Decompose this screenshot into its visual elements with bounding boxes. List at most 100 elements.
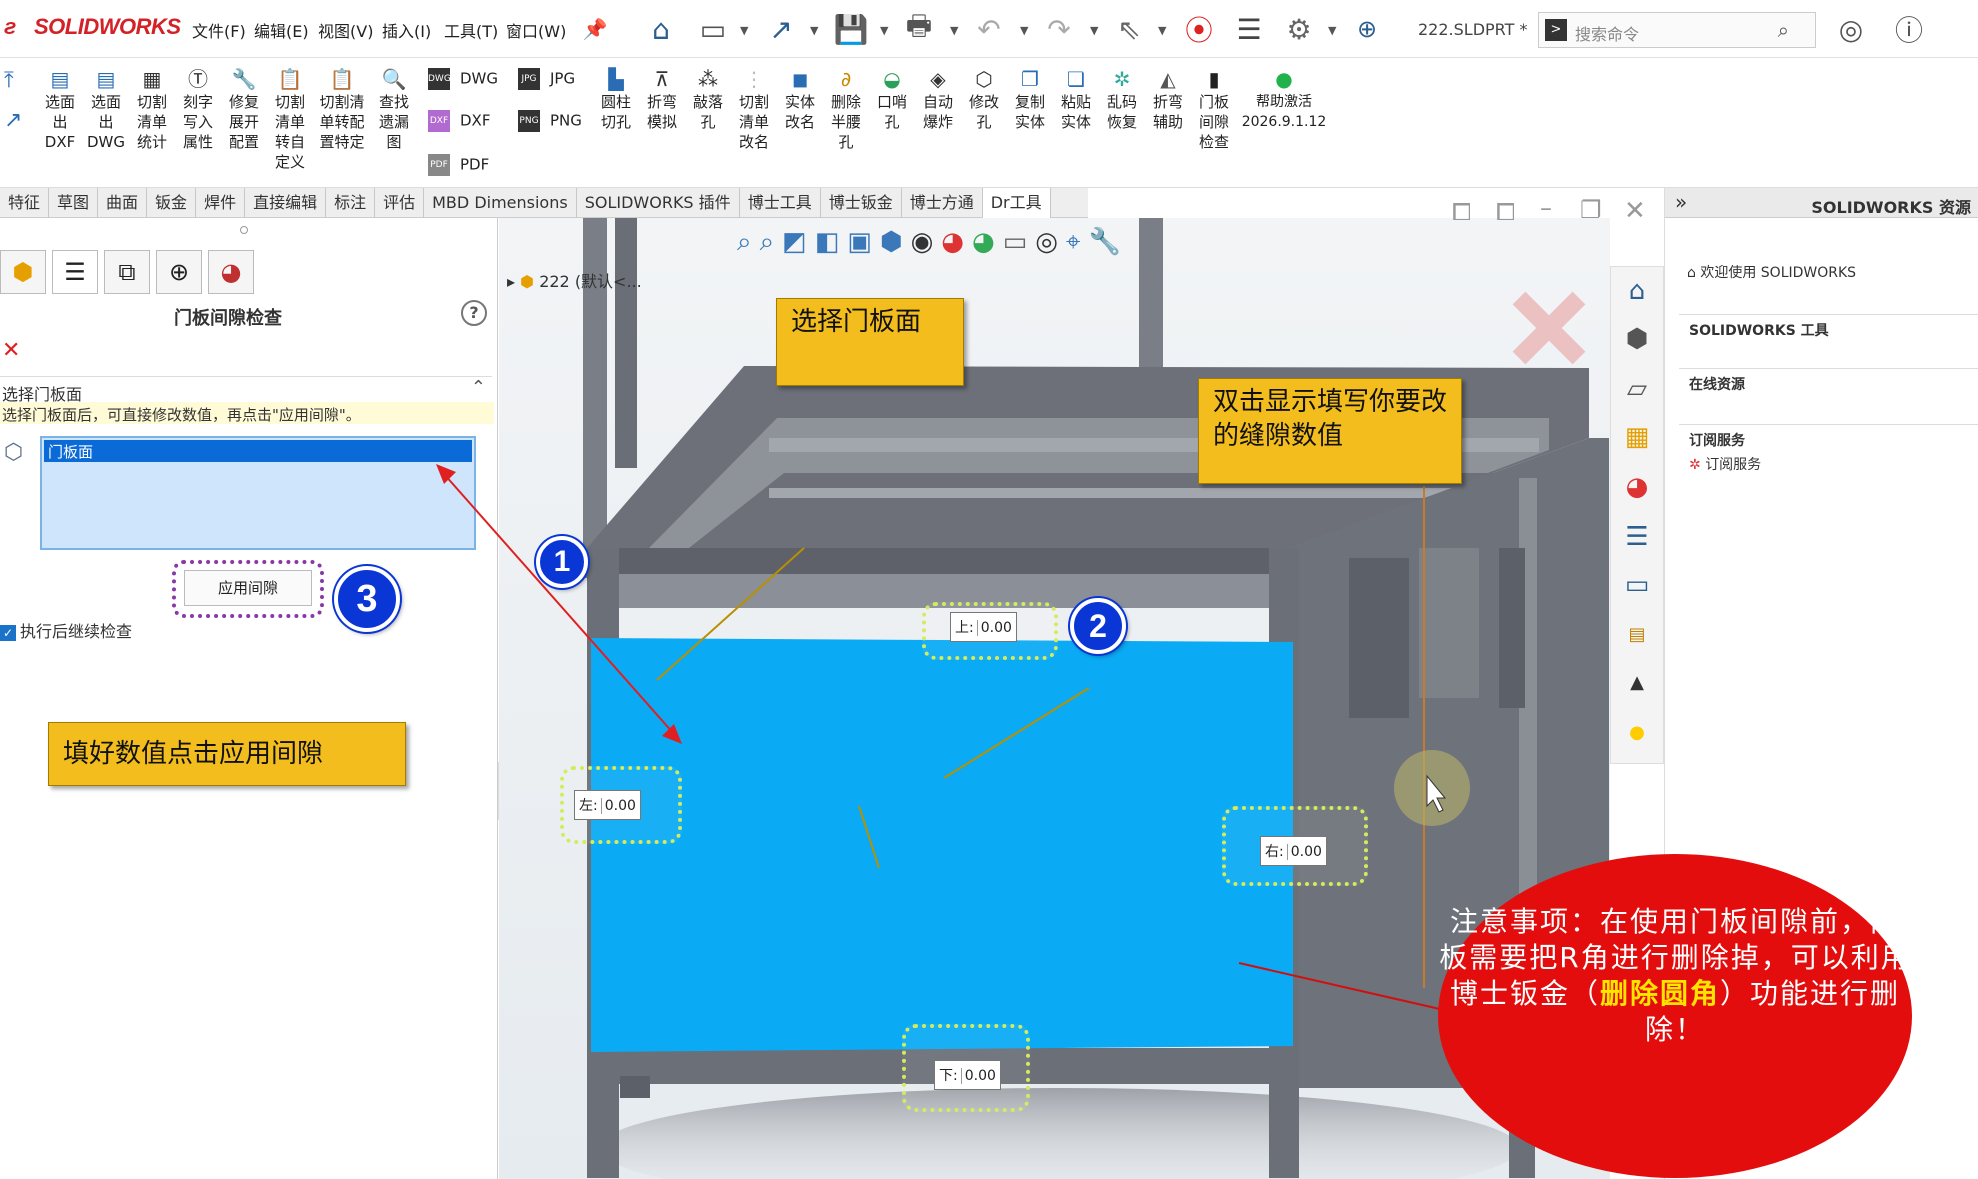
cmd-door-gap-check[interactable]: ▮ 门板 间隙 检查	[1192, 66, 1236, 152]
search-commands[interactable]: > 搜索命令 ⌕	[1538, 12, 1816, 48]
cmd-copy-solid[interactable]: ❐ 复制 实体	[1008, 66, 1052, 132]
tip-icon[interactable]: ●	[1617, 713, 1657, 753]
rebuild-icon[interactable]: ⊕	[1346, 8, 1388, 50]
view-palette-icon[interactable]: ▦	[1617, 417, 1657, 457]
new-document-icon[interactable]: ▭	[692, 8, 734, 50]
cmd-cutlist-custom[interactable]: 📋 切割 清单 转自 定义	[268, 66, 312, 172]
export-jpg-button[interactable]: JPG JPG	[518, 68, 575, 90]
scene-icon[interactable]: ◕	[972, 222, 995, 264]
appearances-icon[interactable]: ◕	[1617, 467, 1657, 507]
file-explorer-icon[interactable]: ▱	[1617, 369, 1657, 409]
cmd-repair-flat-config[interactable]: 🔧 修复 展开 配置	[222, 66, 266, 152]
gap-top-input[interactable]: 上: 0.00	[950, 612, 1017, 642]
face-selection-box[interactable]: 门板面	[40, 436, 476, 550]
help-icon[interactable]: ?	[461, 300, 487, 326]
gap-left-value[interactable]: 0.00	[605, 798, 636, 814]
wrench-view-icon[interactable]: 🔧	[1089, 222, 1121, 264]
close-window-icon[interactable]: ✕	[1624, 196, 1646, 226]
cmd-bend-aid[interactable]: ◭ 折弯 辅助	[1146, 66, 1190, 132]
open-dropdown-icon[interactable]: ▼	[810, 24, 818, 37]
save-icon[interactable]: 💾	[830, 8, 872, 50]
gap-left-input[interactable]: 左: 0.00	[574, 790, 641, 820]
previous-view-icon[interactable]: ◩	[782, 222, 807, 264]
expand-icon[interactable]: ▸	[507, 272, 515, 291]
tab-evaluate[interactable]: 评估	[375, 188, 425, 218]
home-icon[interactable]: ⌂	[640, 8, 682, 50]
tab-weldments[interactable]: 焊件	[196, 188, 246, 218]
zoom-area-icon[interactable]: ⌕	[760, 222, 775, 264]
section-view-icon[interactable]: ◧	[815, 222, 840, 264]
cmd-garbled-restore[interactable]: ✲ 乱码 恢复	[1100, 66, 1144, 132]
save-dropdown-icon[interactable]: ▼	[880, 24, 888, 37]
cmd-modify-hole[interactable]: ⬡ 修改 孔	[962, 66, 1006, 132]
tile2-icon[interactable]: ⧠	[1496, 198, 1515, 226]
collapse-chevron-icon[interactable]: »	[1675, 190, 1687, 214]
open-icon[interactable]: ↗	[760, 8, 802, 50]
search-icon[interactable]: ⌕	[1778, 18, 1789, 42]
cmd-delete-half-hole[interactable]: ∂ 删除 半腰 孔	[824, 66, 868, 152]
close-icon[interactable]: ✕	[2, 338, 20, 363]
tab-dr-tools[interactable]: 博士工具	[740, 188, 821, 218]
online-section[interactable]: 在线资源	[1689, 374, 1745, 394]
custom-properties-icon[interactable]: ☰	[1617, 517, 1657, 557]
door-panel-face[interactable]	[591, 638, 1293, 1052]
view-orientation-icon[interactable]: ▣	[847, 222, 872, 264]
appearance-icon[interactable]: ◕	[941, 222, 964, 264]
subscription-section[interactable]: 订阅服务	[1689, 430, 1745, 450]
tab-dr-toolkit[interactable]: Dr工具	[982, 188, 1051, 218]
flyout-tree[interactable]: ▸ ⬢ 222 (默认<...	[507, 268, 642, 292]
subscription-link[interactable]: ✲ 订阅服务	[1689, 454, 1761, 474]
cmd-engrave-props[interactable]: Ⓣ 刻字 写入 属性	[176, 66, 220, 152]
cmd-cylinder-cut[interactable]: ▙ 圆柱 切孔	[594, 66, 638, 132]
display-style-icon[interactable]: ⬢	[880, 222, 903, 264]
cmd-find-missing[interactable]: 🔍 查找 遗漏 图	[372, 66, 416, 152]
menu-edit[interactable]: 编辑(E)	[254, 18, 309, 42]
cmd-face-to-dwg[interactable]: ▤ 选面 出 DWG	[84, 66, 128, 152]
menu-file[interactable]: 文件(F)	[192, 18, 246, 42]
cmd-knockout[interactable]: ⁂ 敲落 孔	[686, 66, 730, 132]
learn-icon[interactable]: ▲	[1617, 663, 1657, 703]
visibility-eye-icon[interactable]: ◎	[1035, 222, 1058, 264]
cmd-cutlist-rename[interactable]: ⋮ 切割 清单 改名	[732, 66, 776, 152]
hat-icon[interactable]: ⌖	[1066, 222, 1081, 264]
tab-mbd-dimensions[interactable]: MBD Dimensions	[424, 188, 577, 218]
tab-features[interactable]: 特征	[0, 188, 50, 218]
hide-show-icon[interactable]: ◉	[911, 222, 934, 264]
gap-right-value[interactable]: 0.00	[1291, 844, 1322, 860]
file-properties-icon[interactable]: ☰	[1228, 8, 1270, 50]
export-dwg-button[interactable]: DWG DWG	[428, 68, 498, 90]
traffic-light-icon[interactable]: ⦿	[1178, 8, 1220, 50]
cmd-cutlist-stats[interactable]: ▦ 切割 清单 统计	[130, 66, 174, 152]
dim-expert-icon[interactable]: ⊕	[156, 250, 202, 294]
cmd-bend-simulate[interactable]: ⊼ 折弯 模拟	[640, 66, 684, 132]
gap-right-input[interactable]: 右: 0.00	[1260, 836, 1327, 866]
menu-insert[interactable]: 插入(I)	[382, 18, 431, 42]
tab-surfaces[interactable]: 曲面	[98, 188, 148, 218]
export-png-button[interactable]: PNG PNG	[518, 110, 582, 132]
solidworks-logo[interactable]: ƨ SOLIDWORKS	[4, 14, 181, 40]
cmd-auto-explode[interactable]: ◈ 自动 爆炸	[916, 66, 960, 132]
tab-direct-edit[interactable]: 直接编辑	[245, 188, 327, 218]
select-dropdown-icon[interactable]: ▼	[1158, 24, 1166, 37]
tab-addins[interactable]: SOLIDWORKS 插件	[577, 188, 740, 218]
chevron-up-icon[interactable]: ⌃	[471, 377, 486, 398]
note-icon[interactable]: ▤	[1617, 615, 1657, 655]
apply-gap-button[interactable]: 应用间隙	[184, 570, 312, 606]
tab-sheet-metal[interactable]: 钣金	[147, 188, 197, 218]
forum-icon[interactable]: ▭	[1617, 565, 1657, 605]
tab-dr-sheet-metal[interactable]: 博士钣金	[821, 188, 902, 218]
edit-arrow-icon[interactable]: ↗	[4, 108, 22, 133]
user-account-icon[interactable]: ◎	[1830, 8, 1872, 50]
options-gear-icon[interactable]: ⚙	[1278, 8, 1320, 50]
cmd-face-to-dxf[interactable]: ▤ 选面 出 DXF	[38, 66, 82, 152]
new-dropdown-icon[interactable]: ▼	[740, 24, 748, 37]
options-dropdown-icon[interactable]: ▼	[1328, 24, 1336, 37]
cmd-cutlist-config[interactable]: 📋 切割清 单转配 置特定	[316, 66, 368, 152]
gap-top-value[interactable]: 0.00	[981, 620, 1012, 636]
print-dropdown-icon[interactable]: ▼	[950, 24, 958, 37]
selected-face-item[interactable]: 门板面	[44, 440, 472, 462]
property-manager-icon[interactable]: ☰	[52, 250, 98, 294]
cmd-help-activate[interactable]: ● 帮助激活 2026.9.1.12	[1240, 66, 1328, 132]
minimize-icon[interactable]: –	[1540, 194, 1552, 222]
redo-dropdown-icon[interactable]: ▼	[1090, 24, 1098, 37]
